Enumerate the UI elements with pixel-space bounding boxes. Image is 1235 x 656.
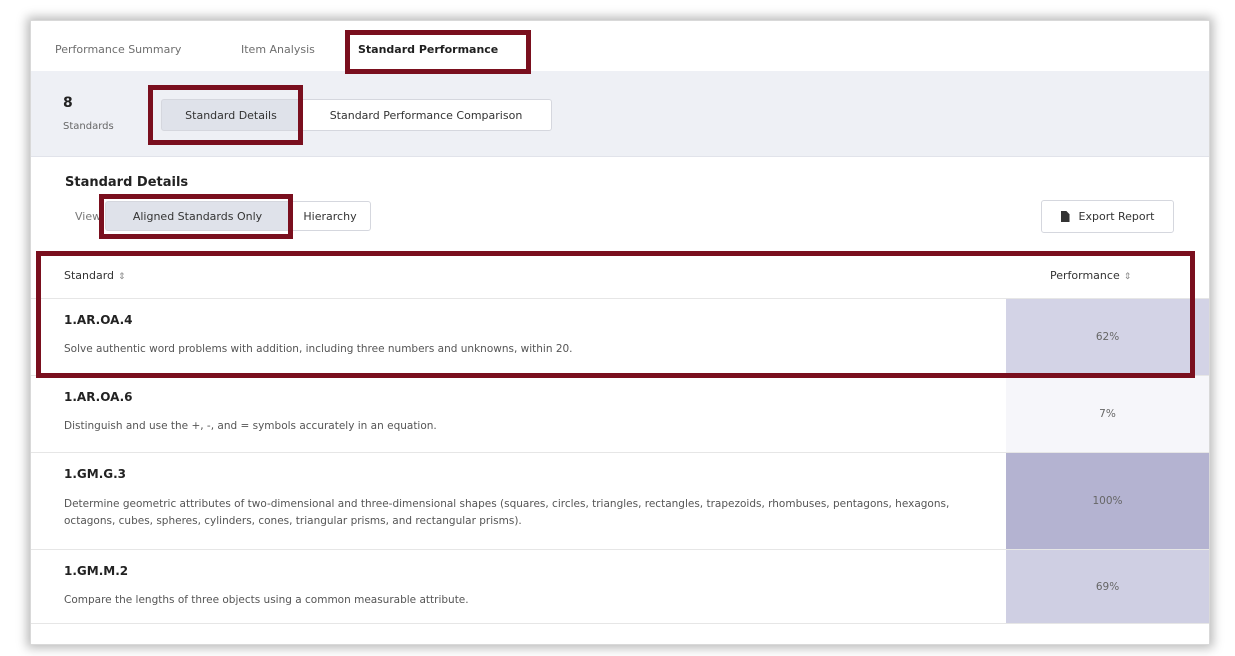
performance-cell: 62% [1006, 299, 1209, 375]
tab-standard-performance[interactable]: Standard Performance [358, 43, 498, 56]
standard-description: Distinguish and use the +, -, and = symb… [64, 420, 437, 432]
performance-column-header[interactable]: Performance ⇕ [1050, 269, 1131, 282]
standards-count-label: Standards [63, 121, 114, 132]
report-panel: Performance Summary Item Analysis Standa… [30, 20, 1210, 645]
standard-code: 1.AR.OA.4 [64, 313, 133, 327]
aligned-standards-only-option[interactable]: Aligned Standards Only [105, 201, 290, 231]
table-row[interactable]: 1.GM.G.3 Determine geometric attributes … [31, 453, 1209, 550]
standard-code: 1.AR.OA.6 [64, 390, 133, 404]
section-title: Standard Details [65, 175, 189, 190]
sort-icon: ⇕ [118, 272, 126, 282]
standard-description: Compare the lengths of three objects usi… [64, 594, 469, 606]
export-report-button[interactable]: Export Report [1041, 200, 1174, 233]
summary-bar: 8 Standards Standard Details Standard Pe… [31, 71, 1209, 157]
standard-details-button[interactable]: Standard Details [161, 99, 301, 131]
table-row[interactable]: 1.GM.M.2 Compare the lengths of three ob… [31, 550, 1209, 624]
tab-performance-summary[interactable]: Performance Summary [55, 43, 181, 56]
sort-icon: ⇕ [1123, 272, 1132, 282]
standard-performance-comparison-button[interactable]: Standard Performance Comparison [300, 99, 552, 131]
export-report-label: Export Report [1078, 210, 1155, 223]
standard-description: Determine geometric attributes of two-di… [64, 498, 950, 527]
performance-cell: 69% [1006, 550, 1209, 623]
hierarchy-option[interactable]: Hierarchy [289, 201, 371, 231]
standard-code: 1.GM.G.3 [64, 467, 127, 481]
tab-bar: Performance Summary Item Analysis Standa… [31, 21, 1209, 71]
performance-cell: 100% [1006, 453, 1209, 549]
tab-item-analysis[interactable]: Item Analysis [241, 43, 315, 56]
performance-cell: 7% [1006, 376, 1209, 452]
table-row[interactable]: 1.AR.OA.4 Solve authentic word problems … [31, 299, 1209, 376]
standard-code: 1.GM.M.2 [64, 564, 129, 578]
standards-count: 8 [63, 95, 73, 111]
view-label: View: [75, 210, 105, 223]
standard-description: Solve authentic word problems with addit… [64, 343, 573, 355]
table-header: Standard ⇕ Performance ⇕ [31, 255, 1209, 299]
standard-column-header[interactable]: Standard ⇕ [64, 269, 126, 282]
table-row[interactable]: 1.AR.OA.6 Distinguish and use the +, -, … [31, 376, 1209, 453]
file-icon [1060, 211, 1070, 222]
